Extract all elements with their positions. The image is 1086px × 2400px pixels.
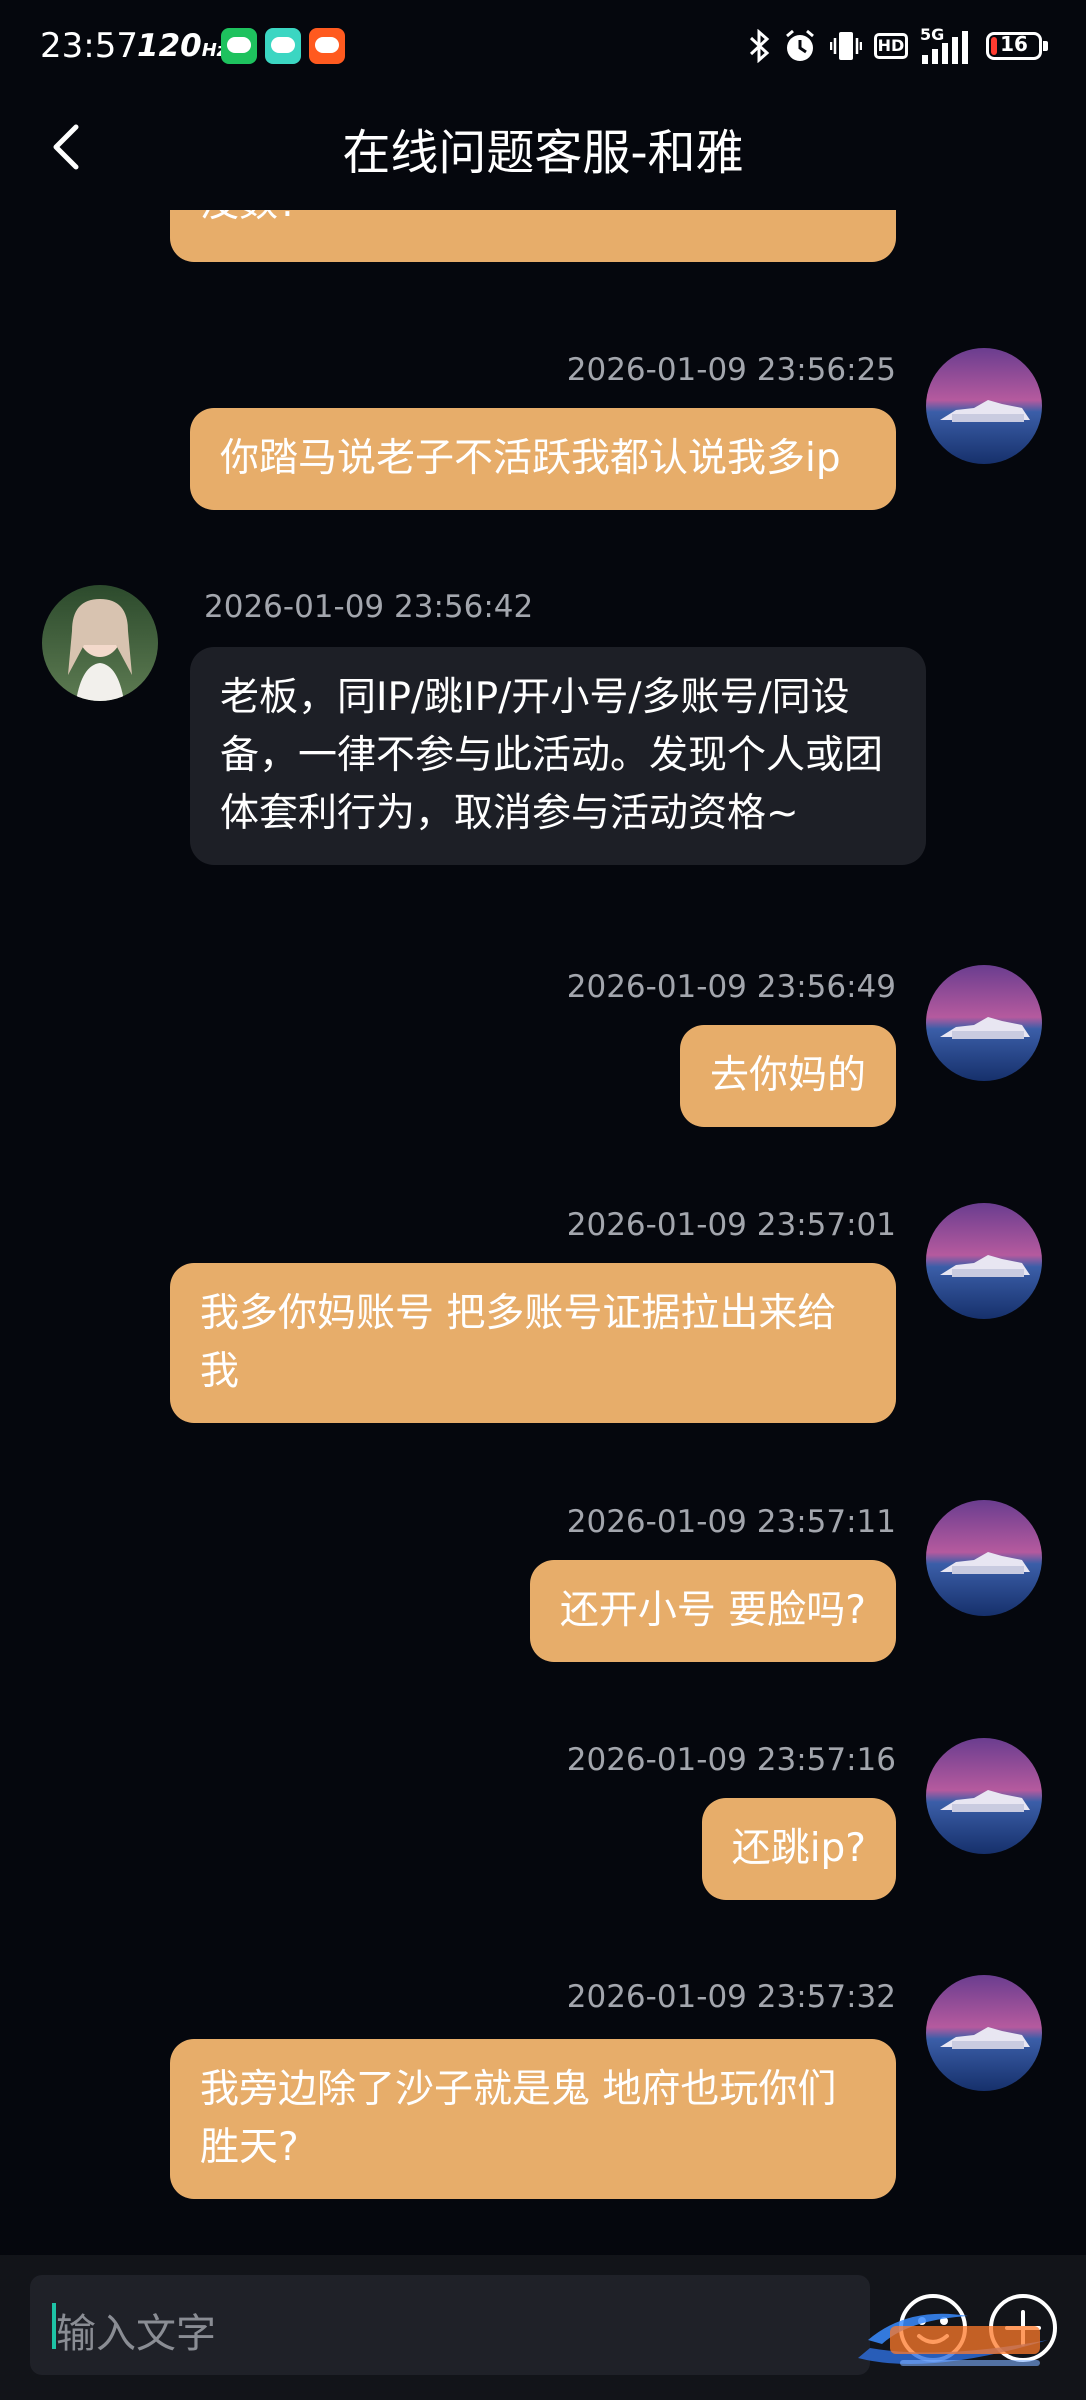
avatar[interactable] <box>926 1203 1042 1319</box>
message-time: 2026-01-09 23:57:16 <box>566 1742 896 1778</box>
message-bubble[interactable]: 我多你妈账号 把多账号证据拉出来给我 <box>170 1263 896 1423</box>
message-bubble[interactable]: 还开小号 要脸吗? <box>529 1560 896 1662</box>
hd-icon: HD <box>874 33 908 59</box>
message-notification-icon <box>265 28 301 64</box>
status-bar: 23:57 120Hz HD 5G 16 <box>0 0 1086 95</box>
avatar[interactable] <box>926 965 1042 1081</box>
vibrate-icon <box>830 32 862 60</box>
kuaishou-notification-icon <box>309 28 345 64</box>
message-bubble[interactable]: 还跳ip? <box>701 1798 896 1900</box>
chat-header: 在线问题客服-和雅 <box>0 95 1086 205</box>
message-time: 2026-01-09 23:56:42 <box>204 589 534 625</box>
bluetooth-icon <box>749 29 770 63</box>
refresh-rate: 120Hz <box>137 28 228 64</box>
input-placeholder: 输入文字 <box>56 2311 216 2357</box>
avatar[interactable] <box>926 1500 1042 1616</box>
message-bubble[interactable]: 去你妈的 <box>679 1025 896 1127</box>
message-bubble[interactable]: 没数? <box>170 210 896 262</box>
avatar[interactable] <box>42 585 158 701</box>
watermark-logo <box>858 2313 1048 2366</box>
message-time: 2026-01-09 23:57:11 <box>566 1504 896 1540</box>
battery-icon: 16 <box>986 32 1048 60</box>
message-time: 2026-01-09 23:56:49 <box>566 969 896 1005</box>
avatar[interactable] <box>926 1975 1042 2091</box>
message-bubble[interactable]: 你踏马说老子不活跃我都认说我多ip <box>190 408 896 510</box>
status-time: 23:57 <box>40 26 138 66</box>
message-time: 2026-01-09 23:56:25 <box>566 352 896 388</box>
alarm-icon <box>786 29 814 61</box>
message-time: 2026-01-09 23:57:32 <box>566 1979 896 2015</box>
avatar[interactable] <box>926 348 1042 464</box>
wechat-notification-icon <box>221 28 257 64</box>
message-bubble[interactable]: 老板，同IP/跳IP/开小号/多账号/同设备，一律不参与此活动。发现个人或团体套… <box>190 647 926 865</box>
chat-messages[interactable]: 没数? 2026-01-09 23:56:25 你踏马说老子不活跃我都认说我多i… <box>0 210 1086 2255</box>
message-input[interactable]: 输入文字 <box>30 2275 870 2375</box>
message-bubble[interactable]: 我旁边除了沙子就是鬼 地府也玩你们胜天? <box>170 2039 896 2199</box>
signal-icon: 5G <box>920 27 974 65</box>
message-time: 2026-01-09 23:57:01 <box>566 1207 896 1243</box>
avatar[interactable] <box>926 1738 1042 1854</box>
page-title: 在线问题客服-和雅 <box>342 125 744 181</box>
